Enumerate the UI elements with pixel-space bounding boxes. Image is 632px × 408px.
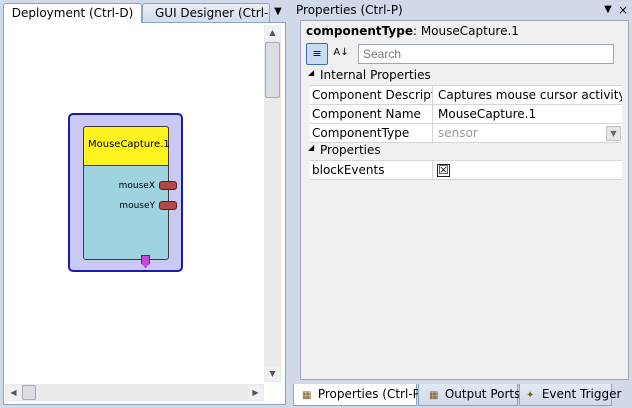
tab-label: Properties (Ctrl-P) (317, 387, 425, 401)
scroll-down-icon[interactable]: ▼ (265, 366, 280, 381)
scroll-up-icon[interactable]: ▲ (265, 25, 280, 40)
sort-alpha-icon[interactable]: A↓ (330, 43, 352, 65)
close-icon[interactable]: × (617, 3, 629, 17)
horizontal-scrollbar[interactable] (5, 384, 264, 401)
tab-properties[interactable]: ▦ Properties (Ctrl-P) (293, 384, 425, 406)
port-label-mousey: mouseY (119, 201, 155, 211)
collapse-icon[interactable]: ◢ (308, 143, 314, 152)
property-value[interactable]: sensor (434, 124, 622, 142)
category-label: Internal Properties (320, 68, 431, 82)
property-name: ComponentType (310, 124, 433, 142)
property-value[interactable]: MouseCapture.1 (434, 105, 622, 123)
search-input[interactable] (358, 44, 614, 64)
tab-list-dropdown-icon[interactable]: ▼ (272, 6, 284, 18)
property-name: Component Descriptic (312, 86, 433, 104)
properties-grid: blockEvents ☒ (310, 160, 622, 180)
scroll-right-icon[interactable]: ▶ (248, 385, 263, 400)
tab-event-trigger[interactable]: ✦ Event Trigger (519, 384, 621, 406)
component-type-line: componentType: MouseCapture.1 (306, 24, 519, 38)
vertical-scroll-thumb[interactable] (265, 42, 280, 98)
collapse-icon[interactable]: ◢ (308, 68, 314, 77)
category-properties[interactable]: ◢ Properties (304, 142, 623, 160)
property-row[interactable]: Component Name MouseCapture.1 (310, 105, 622, 124)
tab-label: Output Ports (444, 387, 521, 401)
output-ports-tab-icon: ▦ (429, 390, 439, 401)
properties-header: Properties (Ctrl-P) (293, 2, 631, 20)
tab-gui-designer[interactable]: GUI Designer (Ctrl-G) (142, 3, 270, 22)
property-name: blockEvents (310, 161, 433, 179)
categorized-icon[interactable]: ≡ (306, 43, 328, 65)
property-row[interactable]: Component Descriptic Captures mouse curs… (310, 86, 622, 105)
property-row[interactable]: blockEvents ☒ (310, 161, 622, 180)
component-type-label: componentType (306, 24, 413, 38)
tab-output-ports[interactable]: ▦ Output Ports (418, 384, 521, 406)
component-title[interactable]: MouseCapture.1 (83, 126, 170, 166)
tab-deployment[interactable]: Deployment (Ctrl-D) (3, 3, 142, 23)
property-value[interactable] (434, 161, 622, 179)
component-type-value: : MouseCapture.1 (412, 24, 519, 38)
tab-label: Event Trigger (541, 387, 622, 401)
internal-properties-grid: Component Descriptic Captures mouse curs… (310, 85, 622, 143)
scroll-left-icon[interactable]: ◀ (6, 385, 21, 400)
property-value[interactable]: Captures mouse cursor activity fror (434, 86, 622, 104)
chevron-down-icon[interactable]: ▼ (606, 126, 621, 141)
lightning-icon: ✦ (526, 390, 535, 401)
horizontal-scroll-thumb[interactable] (22, 385, 36, 400)
category-internal-properties[interactable]: ◢ Internal Properties (304, 67, 623, 85)
pin-icon[interactable]: ▼ (602, 4, 614, 16)
block-events-checkbox[interactable]: ☒ (437, 164, 450, 177)
property-name: Component Name (310, 105, 433, 123)
properties-tab-icon: ▦ (302, 390, 312, 401)
category-label: Properties (320, 143, 381, 157)
port-label-mousex: mouseX (118, 181, 155, 191)
output-port-mousex[interactable] (159, 181, 177, 190)
property-row[interactable]: ComponentType sensor ▼ (310, 124, 622, 143)
output-port-mousey[interactable] (159, 201, 177, 210)
